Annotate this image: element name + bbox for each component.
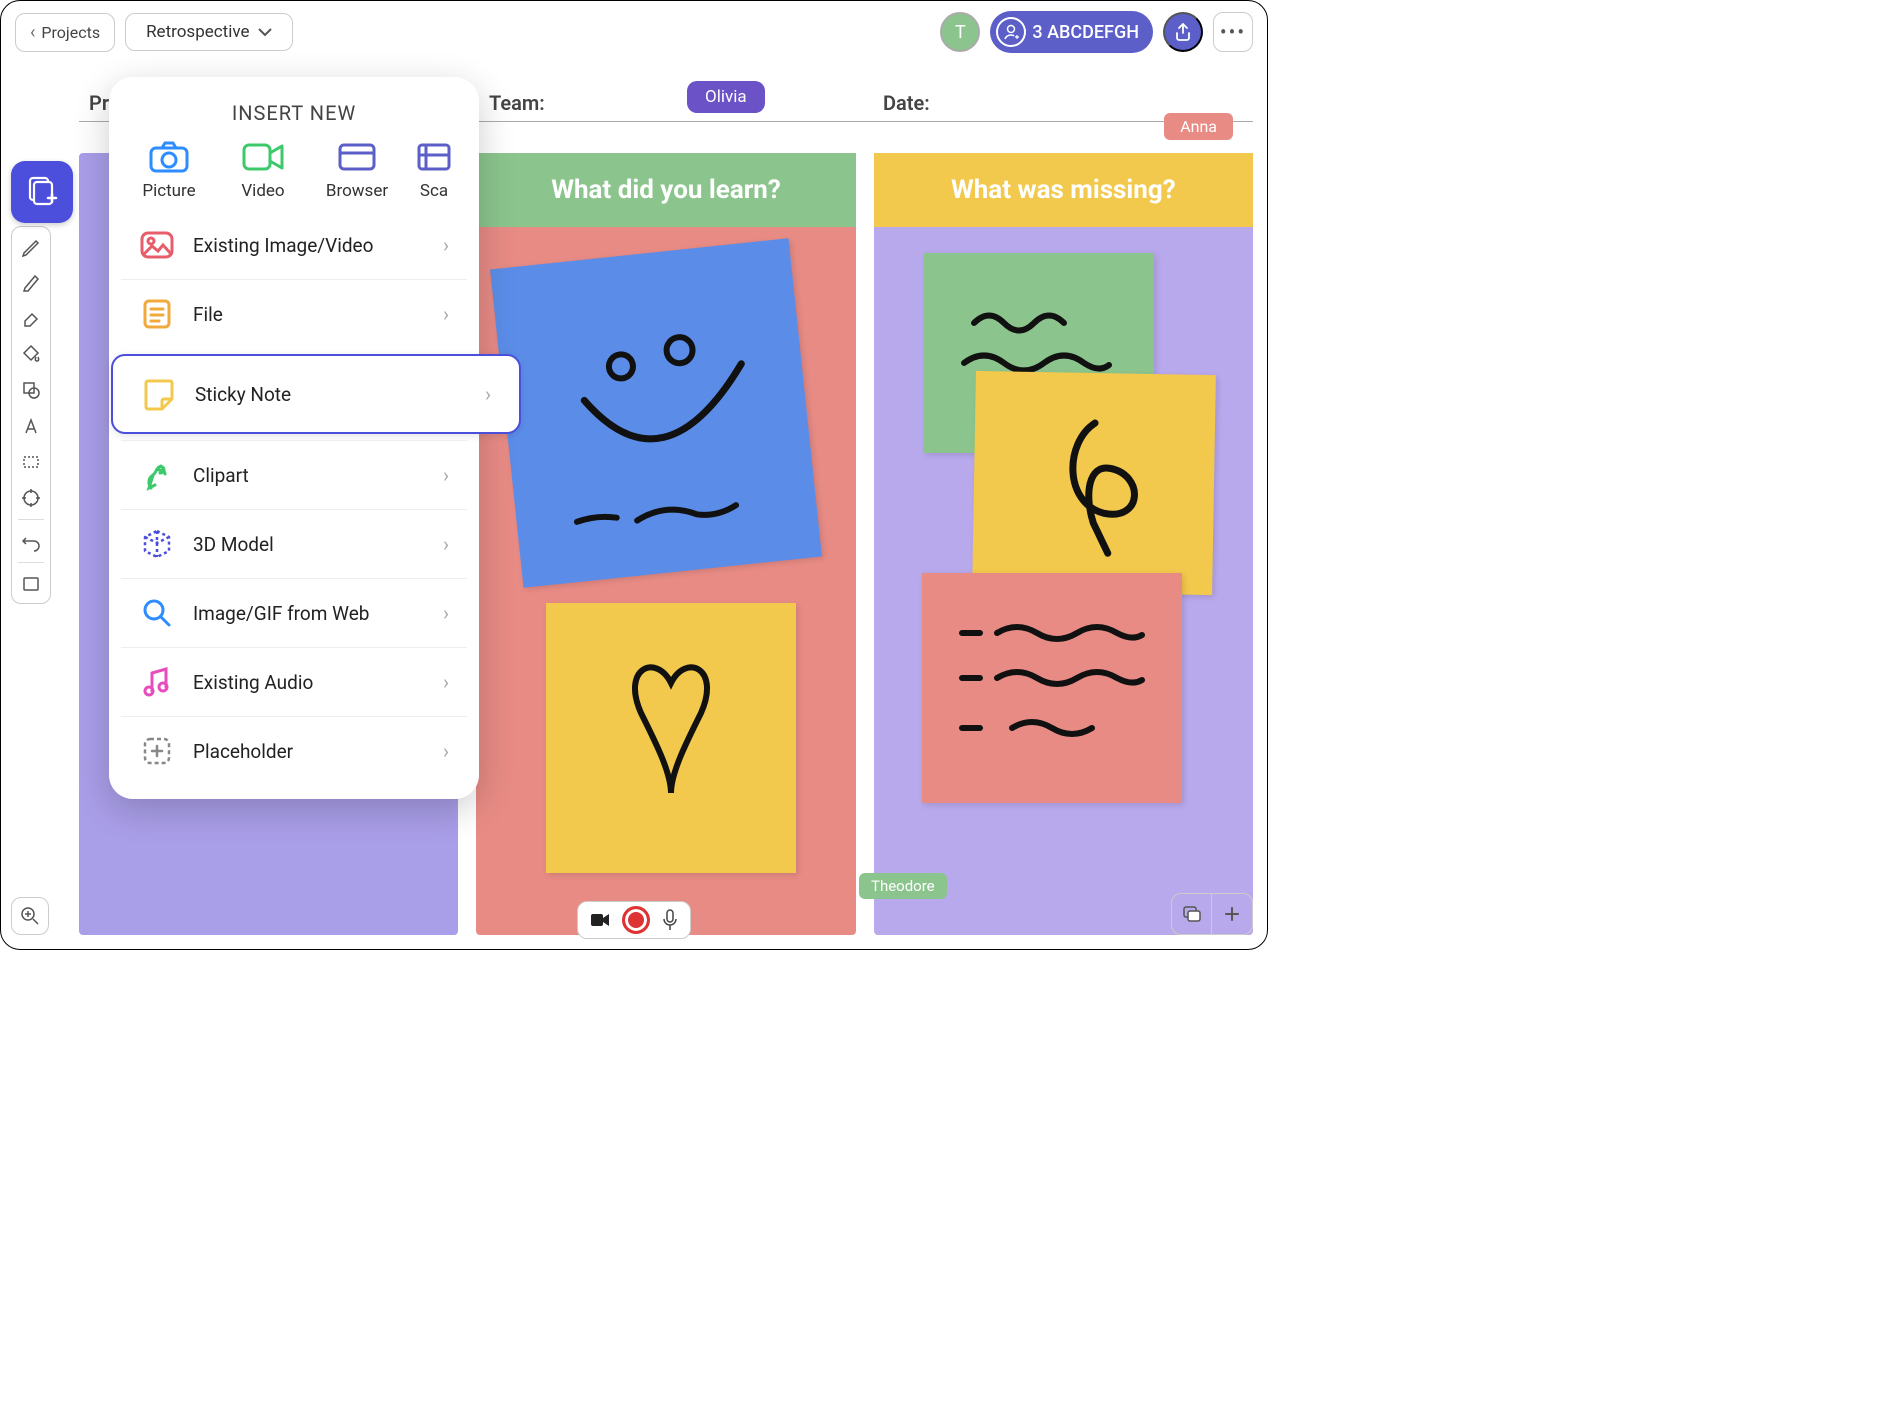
column-header-learn: What did you learn?	[476, 153, 855, 227]
left-toolbar	[11, 226, 51, 604]
column-missing[interactable]: What was missing?	[874, 153, 1253, 935]
back-label: Projects	[41, 23, 100, 42]
avatar-letter: T	[955, 22, 966, 43]
scan-icon	[411, 139, 457, 175]
camera-rec-icon[interactable]	[590, 912, 610, 928]
column-header-missing: What was missing?	[874, 153, 1253, 227]
select-tool[interactable]	[14, 445, 48, 479]
chevron-right-icon: ›	[443, 233, 449, 257]
insert-file[interactable]: File ›	[121, 279, 467, 348]
share-icon	[1172, 21, 1194, 43]
marker-tool[interactable]	[14, 265, 48, 299]
camera-icon	[146, 139, 192, 175]
cursor-tag-anna: Anna	[1164, 113, 1233, 140]
chevron-right-icon: ›	[443, 739, 449, 763]
insert-tool-active[interactable]	[11, 161, 73, 223]
column-learn[interactable]: What did you learn?	[476, 153, 855, 935]
heart-drawing	[566, 623, 776, 853]
smile-drawing	[512, 260, 800, 566]
page-controls	[1171, 893, 1253, 935]
mic-icon[interactable]	[662, 909, 678, 931]
text-tool[interactable]	[14, 409, 48, 443]
chevron-right-icon: ›	[443, 463, 449, 487]
insert-clipart[interactable]: Clipart ›	[121, 440, 467, 509]
insert-existing-image-video[interactable]: Existing Image/Video ›	[121, 211, 467, 279]
video-icon	[240, 139, 286, 175]
board-title-dropdown[interactable]: Retrospective	[125, 13, 292, 51]
top-bar: ‹ Projects Retrospective T 3 ABCDEFGH ••…	[1, 1, 1267, 63]
insert-3d-model[interactable]: 3D Model ›	[121, 509, 467, 578]
insert-picture-button[interactable]: Picture	[129, 139, 209, 201]
add-page-button[interactable]	[1212, 894, 1252, 934]
zoom-button[interactable]	[11, 897, 49, 935]
section-label-team: Team:	[489, 91, 545, 115]
loop-drawing	[992, 391, 1195, 574]
more-button[interactable]: •••	[1213, 12, 1253, 52]
shape-tool[interactable]	[14, 373, 48, 407]
insert-browser-button[interactable]: Browser	[317, 139, 397, 201]
insert-video-button[interactable]: Video	[223, 139, 303, 201]
section-label-date: Date:	[883, 91, 930, 115]
insert-list: Existing Image/Video › File › Sticky Not…	[121, 211, 467, 785]
back-projects-button[interactable]: ‹ Projects	[15, 13, 115, 52]
target-tool[interactable]	[14, 481, 48, 515]
insert-menu-title: INSERT NEW	[121, 101, 467, 125]
list-drawing	[942, 593, 1162, 783]
avatar[interactable]: T	[940, 12, 980, 52]
record-button[interactable]	[622, 906, 650, 934]
image-icon	[139, 227, 175, 263]
sticky-note-red[interactable]	[922, 573, 1182, 803]
recorder-bar	[577, 901, 691, 939]
more-icon: •••	[1220, 20, 1246, 44]
chevron-left-icon: ‹	[30, 22, 35, 43]
insert-icon	[24, 174, 60, 210]
chevron-right-icon: ›	[443, 302, 449, 326]
insert-scan-button[interactable]: Sca	[411, 139, 457, 201]
insert-existing-audio[interactable]: Existing Audio ›	[121, 647, 467, 716]
fill-tool[interactable]	[14, 337, 48, 371]
cursor-tag-olivia: Olivia	[687, 81, 765, 113]
chevron-right-icon: ›	[443, 670, 449, 694]
chevron-right-icon: ›	[485, 382, 491, 406]
collab-count: 3 ABCDEFGH	[1032, 22, 1139, 43]
insert-sticky-note[interactable]: Sticky Note ›	[111, 354, 521, 434]
insert-placeholder[interactable]: Placeholder ›	[121, 716, 467, 785]
file-icon	[139, 296, 175, 332]
fullscreen-tool[interactable]	[14, 567, 48, 601]
insert-top-row: Picture Video Browser Sca	[121, 139, 467, 201]
undo-tool[interactable]	[14, 524, 48, 558]
sticky-note-yellow-loop[interactable]	[972, 371, 1216, 595]
chevron-right-icon: ›	[443, 532, 449, 556]
sticky-note-yellow-heart[interactable]	[546, 603, 796, 873]
pen-tool[interactable]	[14, 229, 48, 263]
sticky-icon	[141, 376, 177, 412]
chevron-right-icon: ›	[443, 601, 449, 625]
pages-button[interactable]	[1172, 894, 1212, 934]
chevron-down-icon	[258, 27, 272, 37]
collaborator-pill[interactable]: 3 ABCDEFGH	[990, 11, 1153, 53]
insert-image-gif-web[interactable]: Image/GIF from Web ›	[121, 578, 467, 647]
cube-icon	[139, 526, 175, 562]
insert-menu-panel: INSERT NEW Picture Video Browser Sca Exi…	[109, 77, 479, 799]
share-button[interactable]	[1163, 12, 1203, 52]
placeholder-icon	[139, 733, 175, 769]
person-add-icon	[996, 17, 1026, 47]
cursor-tag-theodore: Theodore	[859, 873, 947, 899]
eraser-tool[interactable]	[14, 301, 48, 335]
zoom-in-icon	[19, 905, 41, 927]
board-title: Retrospective	[146, 22, 249, 42]
search-icon	[139, 595, 175, 631]
sticky-note-blue[interactable]	[490, 238, 822, 588]
audio-icon	[139, 664, 175, 700]
browser-icon	[334, 139, 380, 175]
clipart-icon	[139, 457, 175, 493]
